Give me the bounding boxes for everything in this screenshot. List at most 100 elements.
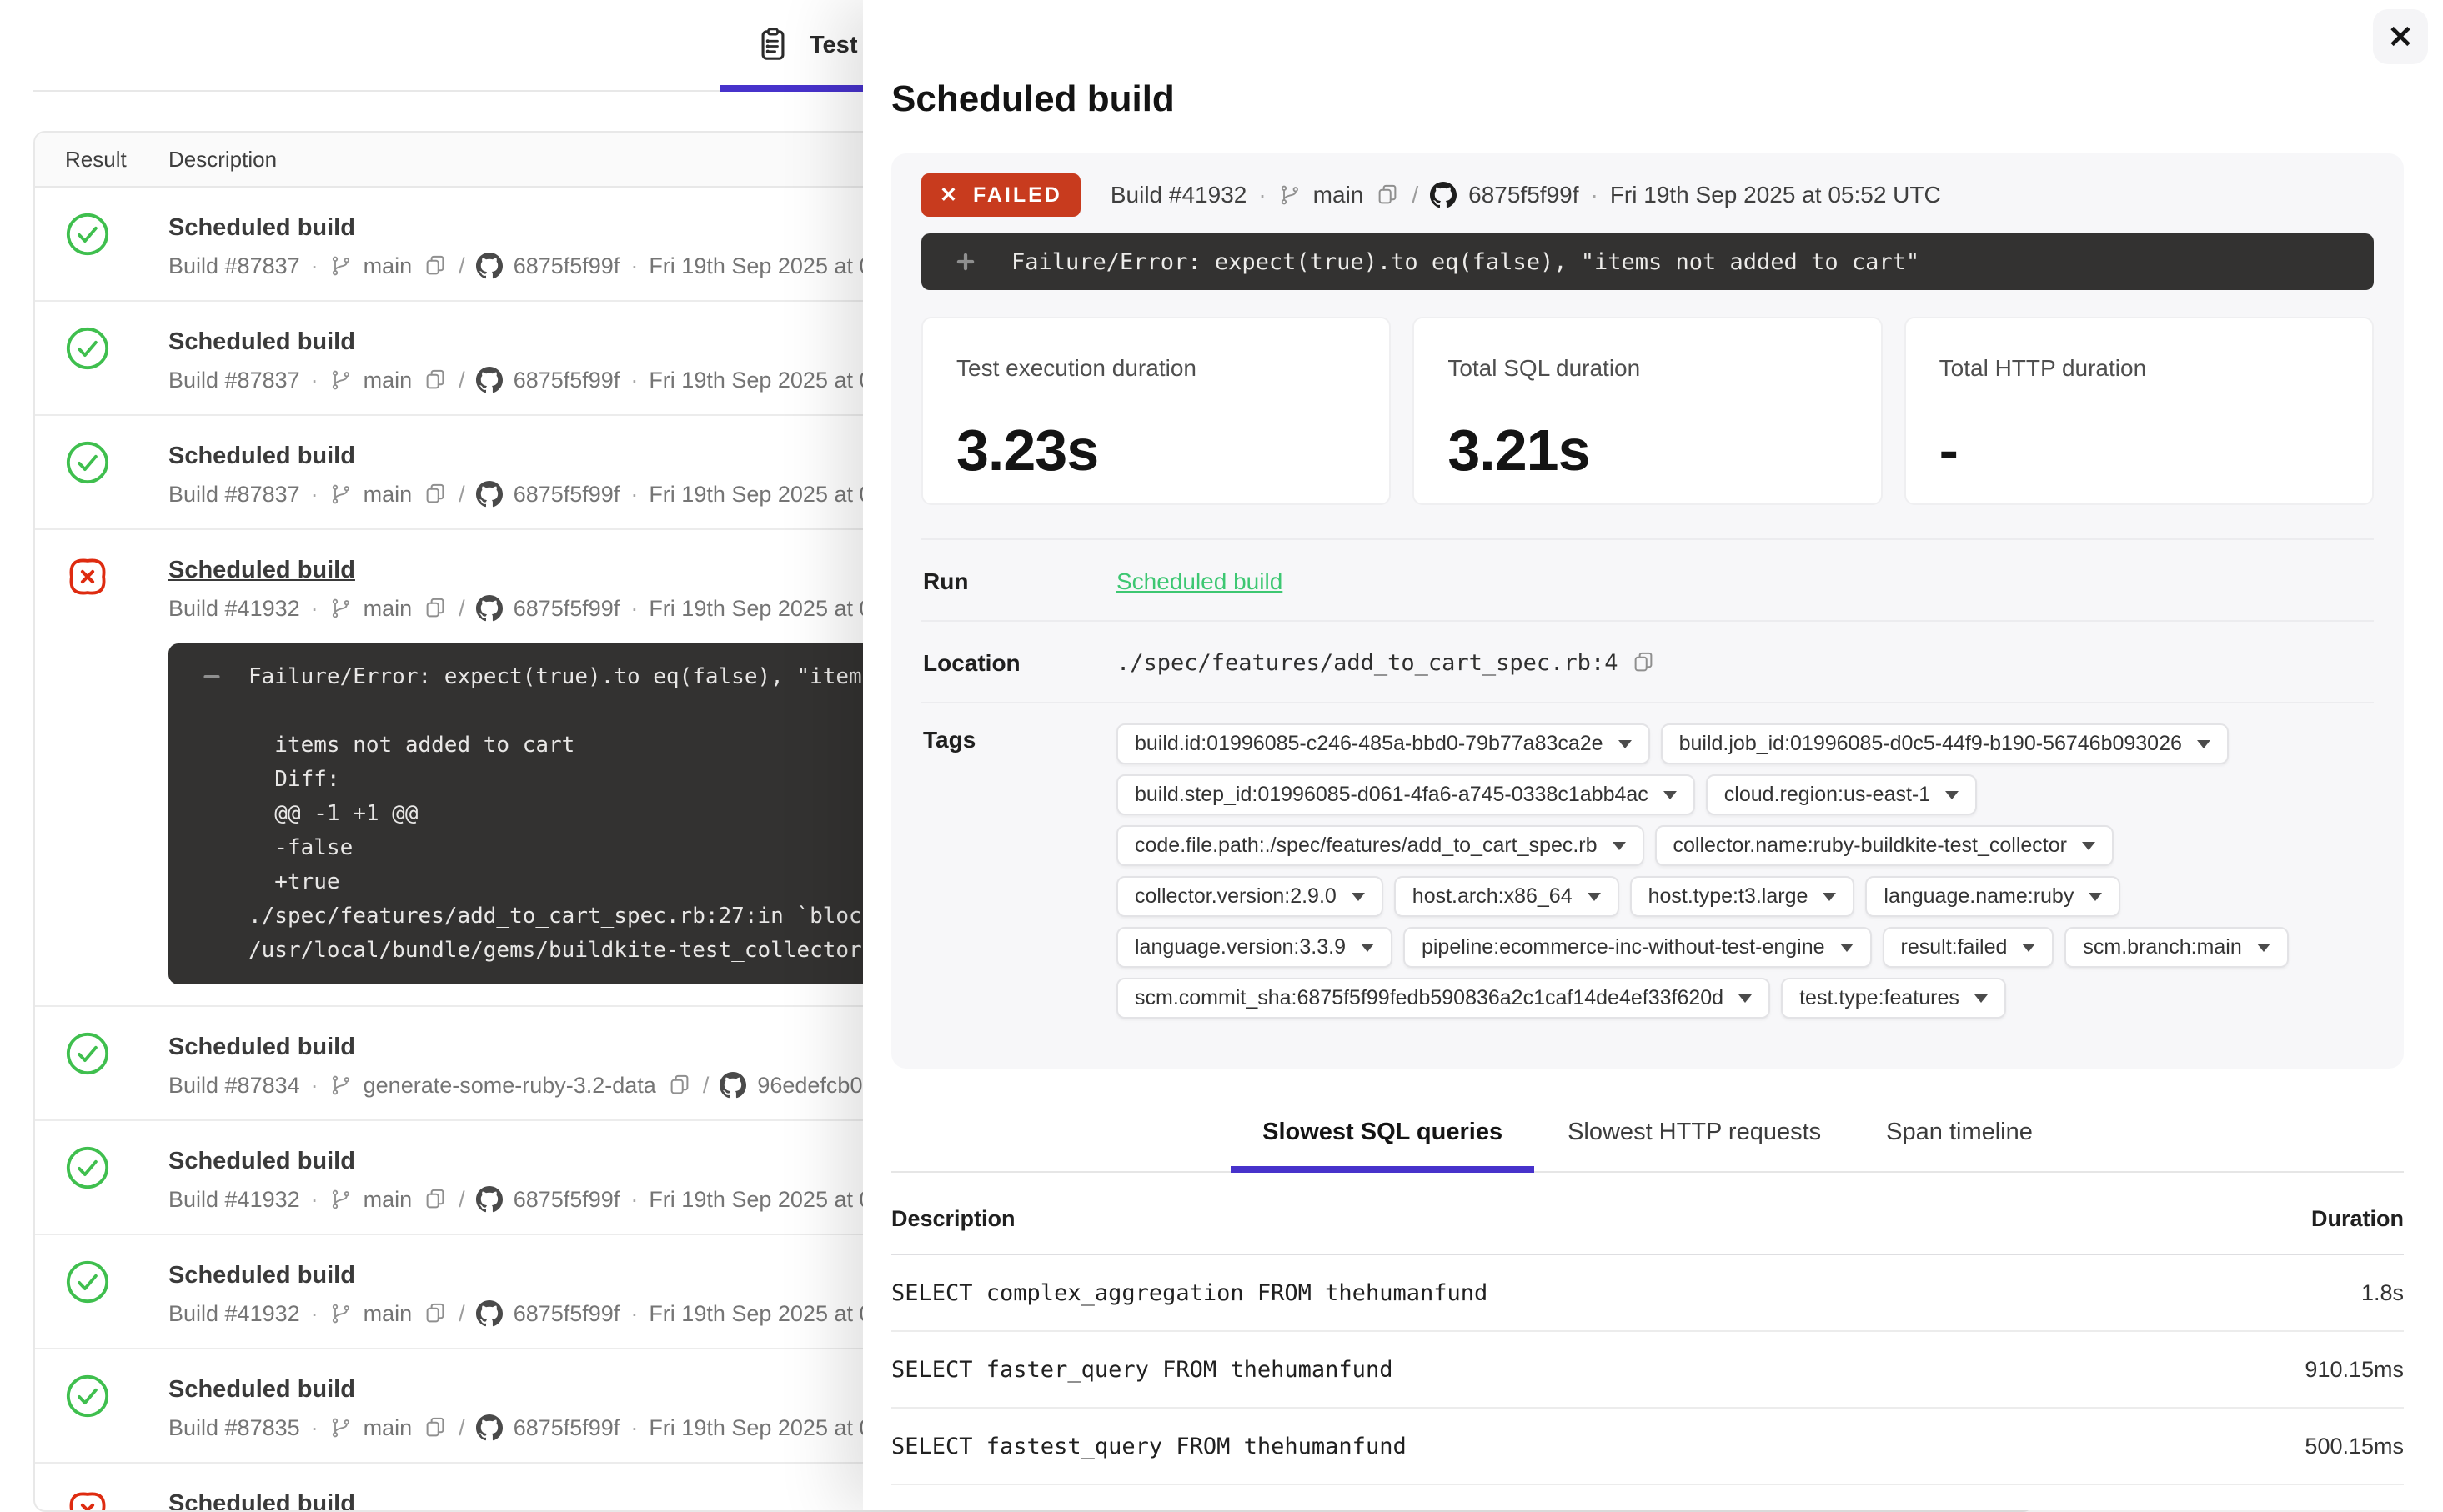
- tag-chip[interactable]: language.name:ruby: [1865, 876, 2120, 917]
- build-meta: Build #41932 · main / 6875f5f99f · Fri 1…: [168, 595, 968, 622]
- branch-name: main: [364, 368, 413, 393]
- separator-dot: ·: [630, 482, 638, 508]
- build-number: Build #41932: [1111, 182, 1247, 208]
- tag-chip[interactable]: build.id:01996085-c246-485a-bbd0-79b77a8…: [1116, 723, 1650, 764]
- copy-icon[interactable]: [423, 253, 448, 278]
- drawer-tab[interactable]: Slowest SQL queries: [1262, 1097, 1502, 1171]
- drawer-tab[interactable]: Slowest HTTP requests: [1568, 1097, 1821, 1171]
- tag-chip[interactable]: collector.version:2.9.0: [1116, 876, 1383, 917]
- commit-sha: 96edefcb0b: [757, 1073, 875, 1099]
- build-number: Build #41932: [168, 596, 300, 622]
- failed-icon: [65, 1488, 168, 1512]
- tag-text: build.job_id:01996085-d0c5-44f9-b190-567…: [1679, 732, 2182, 756]
- chevron-down-icon: [2022, 944, 2035, 952]
- tag-chip[interactable]: collector.name:ruby-buildkite-test_colle…: [1655, 825, 2114, 866]
- stat-label: Total HTTP duration: [1939, 355, 2339, 382]
- tag-chip[interactable]: host.type:t3.large: [1630, 876, 1855, 917]
- separator-dot: ·: [311, 1301, 319, 1327]
- copy-icon[interactable]: [423, 1415, 448, 1440]
- tag-chip[interactable]: scm.branch:main: [2064, 927, 2288, 968]
- location-row: Location ./spec/features/add_to_cart_spe…: [921, 620, 2374, 702]
- result-cell: [65, 323, 168, 393]
- description-cell: Scheduled build Build #87835 · main / 68…: [168, 1370, 968, 1441]
- tag-text: pipeline:ecommerce-inc-without-test-engi…: [1422, 935, 1825, 959]
- copy-icon[interactable]: [1375, 183, 1400, 208]
- sql-rows: SELECT complex_aggregation FROM thehuman…: [891, 1255, 2404, 1485]
- tag-chip[interactable]: result:failed: [1883, 927, 2054, 968]
- close-button[interactable]: ✕: [2373, 9, 2428, 64]
- build-number: Build #87834: [168, 1073, 300, 1099]
- copy-icon[interactable]: [423, 1187, 448, 1212]
- tag-chip[interactable]: language.version:3.3.9: [1116, 927, 1392, 968]
- stat-label: Test execution duration: [956, 355, 1356, 382]
- test-title-link[interactable]: Scheduled build: [168, 214, 355, 242]
- tag-chip[interactable]: cloud.region:us-east-1: [1706, 774, 1977, 815]
- duration-header: Duration: [2311, 1206, 2404, 1232]
- close-icon: ✕: [2387, 19, 2413, 55]
- commit-sha: 6875f5f99f: [514, 596, 620, 622]
- copy-icon[interactable]: [423, 596, 448, 621]
- tag-text: collector.name:ruby-buildkite-test_colle…: [1673, 834, 2067, 858]
- description-cell: Scheduled build Build #87835 · main / 68…: [168, 1484, 968, 1512]
- chevron-down-icon: [1945, 791, 1959, 799]
- build-number: Build #87837: [168, 253, 300, 279]
- build-meta: Build #87835 · main / 6875f5f99f · Fri 1…: [168, 1414, 968, 1441]
- tag-list: build.id:01996085-c246-485a-bbd0-79b77a8…: [1116, 723, 2372, 1019]
- test-title-link[interactable]: Scheduled build: [168, 1376, 355, 1404]
- tag-chip[interactable]: build.step_id:01996085-d061-4fa6-a745-03…: [1116, 774, 1695, 815]
- result-cell: [65, 1142, 168, 1213]
- build-meta: Build #41932 · main / 6875f5f99f · Fri 1…: [168, 1186, 968, 1213]
- tag-chip[interactable]: build.job_id:01996085-d0c5-44f9-b190-567…: [1661, 723, 2229, 764]
- passed-icon: [65, 440, 168, 485]
- tag-chip[interactable]: code.file.path:./spec/features/add_to_ca…: [1116, 825, 1644, 866]
- separator-dot: ·: [1258, 182, 1266, 208]
- run-link[interactable]: Scheduled build: [1116, 565, 1282, 595]
- commit-sha: 6875f5f99f: [514, 482, 620, 508]
- tag-chip[interactable]: pipeline:ecommerce-inc-without-test-engi…: [1403, 927, 1872, 968]
- drawer-tab[interactable]: Span timeline: [1886, 1097, 2033, 1171]
- tag-text: cloud.region:us-east-1: [1724, 783, 1930, 807]
- description-cell: Scheduled build Build #41932 · main / 68…: [168, 551, 968, 984]
- chevron-down-icon: [1823, 893, 1836, 901]
- separator-dot: ·: [630, 1415, 638, 1441]
- collapse-icon[interactable]: [200, 665, 223, 688]
- sql-table-header: Description Duration: [891, 1173, 2404, 1255]
- copy-icon[interactable]: [667, 1073, 692, 1098]
- tag-chip[interactable]: scm.commit_sha:6875f5f99fedb590836a2c1ca…: [1116, 978, 1770, 1019]
- test-title-link[interactable]: Scheduled build: [168, 1262, 355, 1289]
- branch-icon: [329, 1188, 353, 1211]
- result-cell: [65, 437, 168, 508]
- test-title-link[interactable]: Scheduled build: [168, 1490, 355, 1512]
- sql-duration: 910.15ms: [2305, 1357, 2404, 1383]
- tag-text: build.step_id:01996085-d061-4fa6-a745-03…: [1135, 783, 1648, 807]
- test-title-link[interactable]: Scheduled build: [168, 557, 355, 584]
- passed-icon: [65, 1259, 168, 1304]
- separator-slash: /: [1412, 182, 1418, 208]
- test-title-link[interactable]: Scheduled build: [168, 1148, 355, 1175]
- github-icon: [720, 1072, 746, 1099]
- test-title-link[interactable]: Scheduled build: [168, 1034, 355, 1061]
- branch-name: main: [1313, 182, 1364, 208]
- separator-dot: ·: [630, 1187, 638, 1213]
- tag-chip[interactable]: host.arch:x86_64: [1394, 876, 1619, 917]
- separator-slash: /: [703, 1073, 710, 1099]
- sql-query: SELECT complex_aggregation FROM thehuman…: [891, 1280, 1487, 1306]
- sql-query: SELECT fastest_query FROM thehumanfund: [891, 1434, 1407, 1459]
- copy-icon[interactable]: [423, 482, 448, 507]
- column-result: Result: [65, 147, 168, 173]
- tag-chip[interactable]: test.type:features: [1781, 978, 2006, 1019]
- copy-icon[interactable]: [1631, 650, 1656, 675]
- branch-icon: [329, 483, 353, 506]
- test-title-link[interactable]: Scheduled build: [168, 328, 355, 356]
- sql-duration: 500.15ms: [2305, 1434, 2404, 1459]
- commit-sha: 6875f5f99f: [514, 1187, 620, 1213]
- tag-text: scm.branch:main: [2083, 935, 2241, 959]
- copy-icon[interactable]: [423, 368, 448, 393]
- run-label: Run: [923, 565, 1116, 595]
- test-title-link[interactable]: Scheduled build: [168, 443, 355, 470]
- chevron-down-icon: [1974, 994, 1988, 1003]
- stat-value: -: [1939, 417, 2339, 483]
- expand-icon[interactable]: [953, 249, 978, 274]
- badge-x-icon: ✕: [940, 183, 960, 208]
- copy-icon[interactable]: [423, 1301, 448, 1326]
